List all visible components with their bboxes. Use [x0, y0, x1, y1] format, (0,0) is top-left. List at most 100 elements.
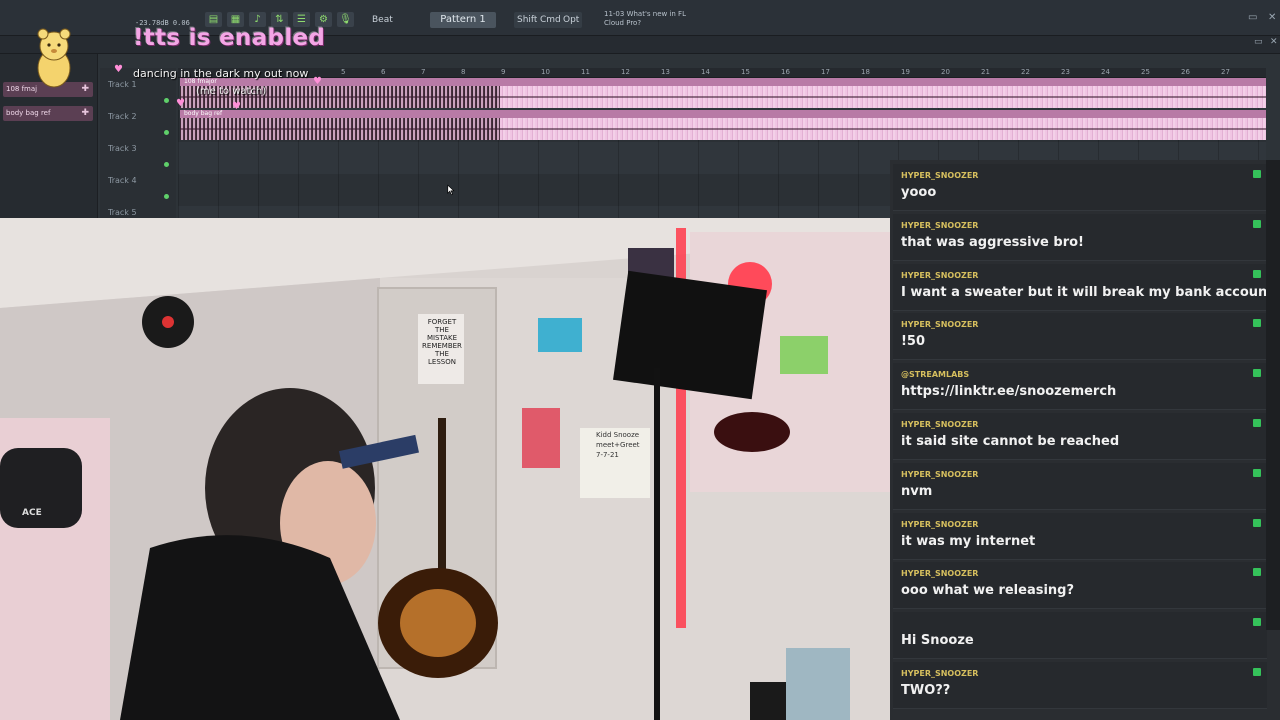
chat-scrollbar[interactable] — [1266, 160, 1280, 630]
waveform — [180, 86, 1266, 108]
beat-label[interactable]: Beat — [372, 15, 393, 25]
news-line: 11-03 What's new in FL — [604, 10, 686, 18]
track-mute-led[interactable] — [164, 98, 169, 103]
ruler-mark: 16 — [781, 68, 790, 76]
webcam-feed: FORGET THE MISTAKE REMEMBER THE LESSON A… — [0, 218, 890, 720]
chat-badge-icon — [1253, 170, 1261, 178]
chat-text: TWO?? — [901, 683, 951, 698]
chat-badge-icon — [1253, 518, 1261, 527]
chat-message: Hi Snooze — [893, 612, 1267, 660]
track-mute-led[interactable] — [164, 162, 169, 167]
chat-text: yooo — [901, 185, 937, 200]
poster-line: THE — [435, 350, 449, 358]
chat-badge-icon — [1253, 568, 1261, 577]
ruler-mark: 7 — [421, 68, 426, 76]
chat-message: HYPER_SNOOZER nvm — [893, 462, 1267, 510]
chat-username[interactable]: @STREAMLABS — [901, 370, 969, 379]
track-name[interactable]: Track 3 — [108, 144, 137, 153]
poster-line: REMEMBER — [422, 342, 462, 350]
pattern-item[interactable]: body bag ref ✚ — [3, 106, 93, 121]
ruler-mark: 23 — [1061, 68, 1070, 76]
chat-text: I want a sweater but it will break my ba… — [901, 284, 1274, 300]
track-name[interactable]: Track 5 — [108, 208, 137, 217]
ruler-mark: 17 — [821, 68, 830, 76]
audio-clip[interactable]: body bag ref — [180, 110, 1266, 140]
chat-badge-icon — [1253, 419, 1261, 427]
chat-username[interactable]: HYPER_SNOOZER — [901, 470, 978, 479]
poster-line: MISTAKE — [426, 334, 458, 342]
clip-label: body bag ref — [180, 110, 1266, 118]
ruler-mark: 14 — [701, 68, 710, 76]
poster-text: FORGET THE MISTAKE REMEMBER THE LESSON — [420, 318, 464, 366]
chat-text: !50 — [901, 334, 926, 350]
ruler-mark: 18 — [861, 68, 870, 76]
opt-key-button[interactable]: Opt — [560, 12, 583, 28]
news-panel[interactable]: 11-03 What's new in FL Cloud Pro? — [604, 10, 686, 28]
chat-badge-icon — [1253, 668, 1261, 676]
track-mute-led[interactable] — [164, 194, 169, 199]
close-icon[interactable]: ✕ — [1268, 12, 1276, 23]
chat-badge-icon — [1253, 269, 1261, 278]
timeline-ruler[interactable]: 5 6 7 8 9 10 11 12 13 14 15 16 17 18 19 … — [178, 68, 1266, 78]
ruler-mark: 11 — [581, 68, 590, 76]
ruler-mark: 19 — [901, 68, 910, 76]
waveform — [180, 118, 1266, 140]
chat-username[interactable]: HYPER_SNOOZER — [901, 569, 978, 578]
add-icon[interactable]: ✚ — [81, 82, 89, 97]
note-line: Kidd Snooze — [596, 431, 640, 439]
poster-line: LESSON — [428, 358, 456, 366]
chat-badge-icon — [1253, 468, 1261, 477]
chat-text: it said site cannot be reached — [901, 434, 1120, 449]
note-line: meet+Greet — [596, 441, 640, 449]
chat-message: HYPER_SNOOZER that was aggressive bro! — [893, 213, 1267, 261]
chat-username[interactable]: HYPER_SNOOZER — [901, 271, 978, 280]
chat-message: HYPER_SNOOZER I want a sweater but it wil… — [893, 263, 1274, 311]
chat-message: HYPER_SNOOZERit said site cannot be reac… — [893, 413, 1267, 460]
bear-mascot-icon — [37, 28, 71, 88]
chat-username[interactable]: HYPER_SNOOZER — [901, 320, 978, 329]
chat-message: HYPER_SNOOZER TWO?? — [893, 662, 1267, 709]
chat-username[interactable]: HYPER_SNOOZER — [901, 520, 978, 529]
now-playing-subtext: (me to watch) — [196, 86, 267, 97]
heart-icon: ♥ — [232, 101, 241, 112]
maximize-icon[interactable]: ▭ — [1254, 37, 1263, 47]
chat-panel: HYPER_SNOOZER yooo HYPER_SNOOZER that was a… — [890, 160, 1280, 720]
ruler-mark: 10 — [541, 68, 550, 76]
minimize-icon[interactable]: ▭ — [1248, 12, 1257, 23]
chat-username[interactable]: HYPER_SNOOZER — [901, 669, 978, 678]
wall-note: Kidd Snooze meet+Greet 7-7-21 — [596, 430, 640, 460]
chat-username[interactable]: HYPER_SNOOZER — [901, 171, 978, 180]
audio-clip[interactable]: 108 fmajor — [180, 78, 1266, 108]
chat-badge-icon — [1253, 319, 1261, 328]
track-name[interactable]: Track 1 — [108, 80, 137, 89]
mouse-cursor-icon — [447, 184, 455, 196]
ruler-mark: 15 — [741, 68, 750, 76]
chat-badge-icon — [1253, 219, 1261, 228]
close-playlist-icon[interactable]: ✕ — [1270, 37, 1278, 47]
tts-banner: !tts is enabled — [133, 25, 326, 51]
track-name[interactable]: Track 2 — [108, 112, 137, 121]
heart-icon: ♥ — [114, 64, 123, 75]
chat-username[interactable]: HYPER_SNOOZER — [901, 420, 978, 429]
track-name[interactable]: Track 4 — [108, 176, 137, 185]
pattern-selector[interactable]: Pattern 1 — [430, 12, 496, 28]
chat-text: ooo what we releasing? — [901, 583, 1075, 599]
ruler-mark: 6 — [381, 68, 386, 76]
chat-username[interactable]: HYPER_SNOOZER — [901, 221, 978, 230]
ruler-mark: 22 — [1021, 68, 1030, 76]
ruler-mark: 26 — [1181, 68, 1190, 76]
chat-text: it was my internet — [901, 533, 1036, 549]
track-mute-led[interactable] — [164, 130, 169, 135]
chat-message: HYPER_SNOOZERooo what we releasing? — [893, 562, 1267, 610]
poster-line: FORGET — [427, 318, 457, 326]
chat-message: HYPER_SNOOZERyooo — [893, 164, 1267, 211]
track-header-column: Track 1 Track 2 Track 3 Track 4 Track 5 — [100, 68, 176, 220]
poster-line: THE — [435, 326, 449, 334]
add-icon[interactable]: ✚ — [81, 106, 89, 121]
heart-icon: ♥ — [313, 76, 322, 87]
chat-badge-icon — [1253, 369, 1261, 378]
ruler-mark: 9 — [501, 68, 506, 76]
microphone-icon[interactable]: 🎙 — [337, 12, 354, 27]
chair-badge: ACE — [22, 508, 42, 518]
ruler-mark: 27 — [1221, 68, 1230, 76]
